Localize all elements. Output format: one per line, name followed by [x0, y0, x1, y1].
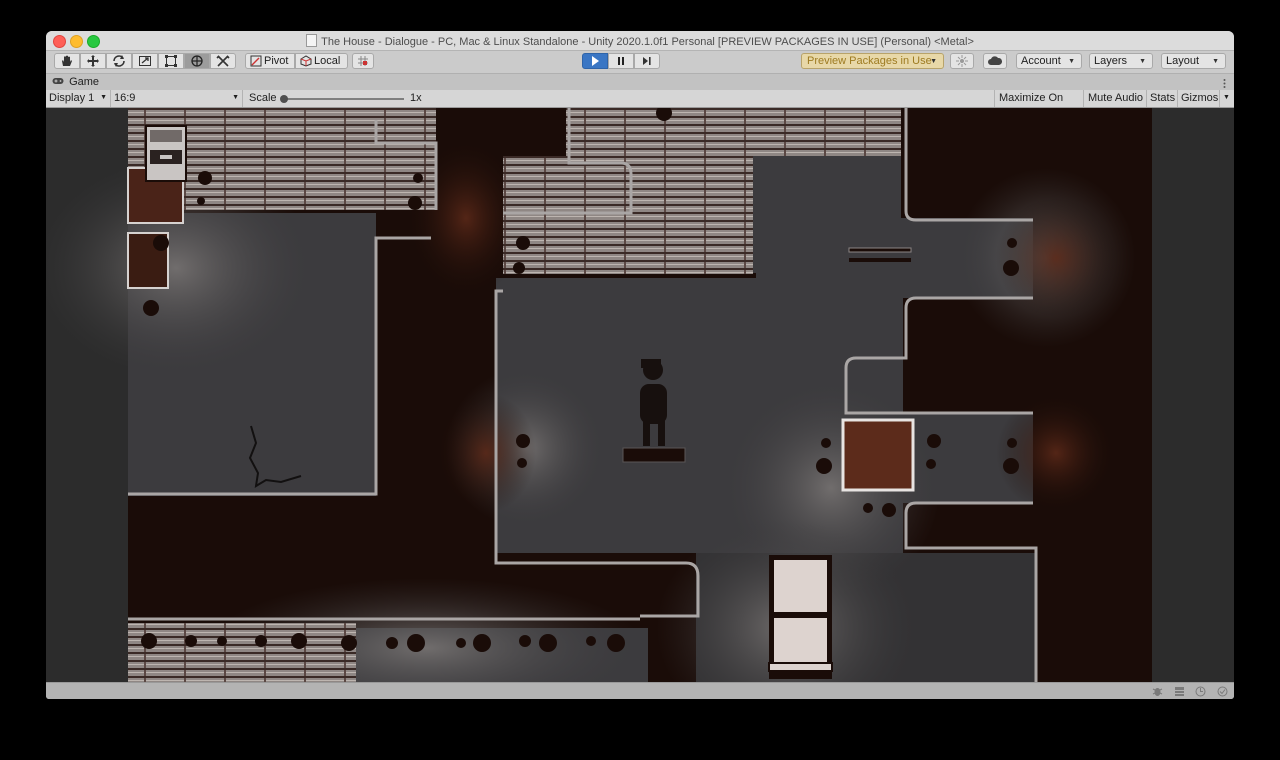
local-icon — [300, 55, 312, 67]
pivot-label: Pivot — [264, 55, 289, 67]
tab-game[interactable]: Game — [52, 76, 99, 88]
scale-slider-track[interactable] — [280, 95, 404, 103]
gamepad-icon — [52, 78, 64, 84]
bench-platform — [848, 247, 912, 253]
gizmos-toggle[interactable]: Gizmos — [1178, 90, 1220, 107]
bench-platform-shadow — [849, 258, 911, 262]
rotate-icon — [113, 55, 125, 67]
scale-value: 1x — [410, 92, 422, 104]
stats-toggle[interactable]: Stats — [1147, 90, 1178, 107]
local-label: Local — [314, 55, 341, 67]
display-dropdown[interactable]: Display 1 ▼ — [46, 90, 111, 107]
pivot-toggle-button[interactable]: Pivot — [245, 53, 295, 69]
unity-editor-window: The House - Dialogue - PC, Mac & Linux S… — [46, 31, 1234, 699]
account-label: Account — [1021, 55, 1061, 67]
layout-dropdown[interactable]: Layout — [1161, 53, 1226, 69]
scale-label: Scale — [249, 92, 277, 104]
move-icon — [87, 55, 99, 67]
pause-button[interactable] — [608, 53, 634, 69]
move-tool-button[interactable] — [80, 53, 106, 69]
maximize-on-play-toggle[interactable]: Maximize On Play — [994, 90, 1084, 120]
progress-icon[interactable] — [1195, 686, 1206, 697]
mute-audio-label: Mute Audio — [1088, 92, 1144, 104]
window-title-text: The House - Dialogue - PC, Mac & Linux S… — [321, 36, 974, 48]
rotate-tool-button[interactable] — [106, 53, 132, 69]
grid-snapping-button[interactable] — [352, 53, 374, 69]
game-viewport[interactable] — [46, 108, 1234, 682]
tab-menu-icon[interactable] — [1223, 76, 1226, 88]
mute-audio-toggle[interactable]: Mute Audio — [1084, 90, 1147, 107]
play-icon — [592, 56, 599, 66]
cloud-button[interactable] — [983, 53, 1007, 69]
scale-tool-button[interactable] — [132, 53, 158, 69]
chevron-down-icon: ▼ — [100, 94, 107, 101]
game-view-toolbar: Display 1 ▼ 16:9 ▼ Scale 1x Maximize On … — [46, 90, 1234, 120]
custom-tool-button[interactable] — [210, 53, 236, 69]
hand-icon — [62, 55, 72, 66]
tab-game-label: Game — [69, 76, 100, 88]
scale-control: Scale 1x — [246, 90, 426, 107]
layout-label: Layout — [1166, 55, 1200, 67]
scale-icon — [139, 56, 151, 66]
collab-button[interactable] — [950, 53, 974, 69]
hand-tool-button[interactable] — [54, 53, 80, 69]
transform-icon — [191, 55, 203, 67]
aspect-dropdown[interactable]: 16:9 ▼ — [111, 90, 243, 107]
stack-icon[interactable] — [1174, 686, 1185, 697]
step-button[interactable] — [634, 53, 660, 69]
gizmos-label: Gizmos — [1181, 92, 1219, 104]
wall-cabinet — [145, 125, 187, 182]
check-icon[interactable] — [1217, 686, 1228, 697]
step-icon — [643, 57, 651, 65]
layers-dropdown[interactable]: Layers — [1089, 53, 1153, 69]
layers-label: Layers — [1094, 55, 1128, 67]
chevron-down-icon: ▼ — [232, 94, 239, 101]
main-toolbar: Pivot Local Preview Packages in Use Acco… — [46, 51, 1234, 73]
gizmos-dropdown-arrow[interactable]: ▼ — [1220, 90, 1234, 107]
stats-label: Stats — [1150, 92, 1176, 104]
preview-packages-label: Preview Packages in Use — [807, 55, 932, 67]
grid-snap-icon — [358, 56, 368, 66]
chevron-down-icon: ▼ — [1223, 94, 1230, 101]
title-bar: The House - Dialogue - PC, Mac & Linux S… — [46, 31, 1234, 51]
pivot-icon — [250, 55, 262, 67]
game-tab-bar: Game — [46, 73, 1234, 91]
transform-tool-button[interactable] — [184, 53, 210, 69]
rect-tool-button[interactable] — [158, 53, 184, 69]
display-label: Display 1 — [49, 92, 95, 104]
collab-icon — [956, 55, 968, 67]
aspect-label: 16:9 — [114, 92, 136, 104]
cloud-icon — [988, 56, 1002, 65]
preview-packages-dropdown[interactable]: Preview Packages in Use — [801, 53, 944, 69]
custom-tool-icon — [216, 55, 230, 67]
game-render — [46, 108, 1234, 682]
rect-tool-icon — [165, 55, 177, 67]
local-toggle-button[interactable]: Local — [295, 53, 348, 69]
play-button[interactable] — [582, 53, 608, 69]
lit-door — [768, 555, 833, 679]
document-icon — [306, 34, 318, 47]
pause-icon — [618, 57, 624, 65]
account-dropdown[interactable]: Account — [1016, 53, 1082, 69]
window-title: The House - Dialogue - PC, Mac & Linux S… — [46, 34, 1234, 48]
status-bar — [46, 682, 1234, 699]
bug-icon[interactable] — [1152, 686, 1163, 697]
scale-slider-thumb[interactable] — [280, 95, 288, 103]
player-platform — [622, 447, 686, 463]
